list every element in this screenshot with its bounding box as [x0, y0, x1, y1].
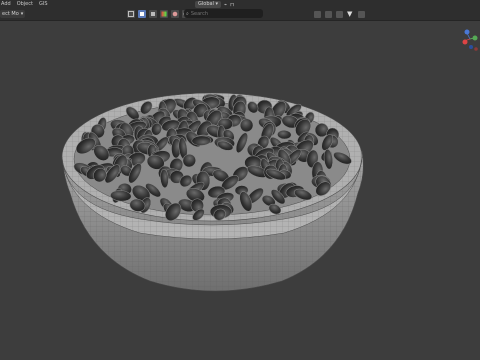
refresh-icon[interactable]: [325, 10, 332, 18]
gradient-icon[interactable]: [160, 10, 168, 18]
mode-selector[interactable]: ect Mo ▾: [0, 10, 26, 18]
search-input[interactable]: [188, 9, 251, 18]
color-icon[interactable]: [171, 10, 179, 18]
view-options-icon[interactable]: [358, 10, 365, 18]
link-icon[interactable]: ⌁: [224, 2, 227, 8]
grid-icon[interactable]: [336, 10, 343, 18]
header-right-tools: ▼: [314, 9, 365, 19]
viewport-menu: Add Object GIS: [0, 0, 48, 9]
move-icon[interactable]: [138, 10, 146, 18]
select-box-icon[interactable]: [127, 10, 135, 18]
chevron-down-icon: ▾: [20, 11, 24, 17]
3d-viewport[interactable]: [0, 21, 480, 360]
menu-gis[interactable]: GIS: [39, 0, 48, 9]
transform-orientation-dropdown[interactable]: Global ▾: [195, 1, 222, 8]
mode-label: ect Mo: [2, 11, 19, 17]
menu-object[interactable]: Object: [17, 0, 33, 9]
nodes-icon[interactable]: [314, 10, 321, 18]
orientation-label: Global: [198, 1, 214, 7]
viewport-header: Add Object GIS ect Mo ▾ Global ▾ ⌁ ⊓ ⌕ ▼: [0, 0, 480, 21]
pivot-group: Global ▾ ⌁ ⊓: [195, 0, 234, 9]
menu-add[interactable]: Add: [1, 0, 11, 9]
tool-icon[interactable]: [149, 10, 157, 18]
snap-icon[interactable]: ⊓: [230, 2, 234, 8]
header-tools: [127, 9, 190, 19]
search-box[interactable]: ⌕: [184, 9, 263, 18]
filter-icon[interactable]: ▼: [347, 10, 354, 18]
